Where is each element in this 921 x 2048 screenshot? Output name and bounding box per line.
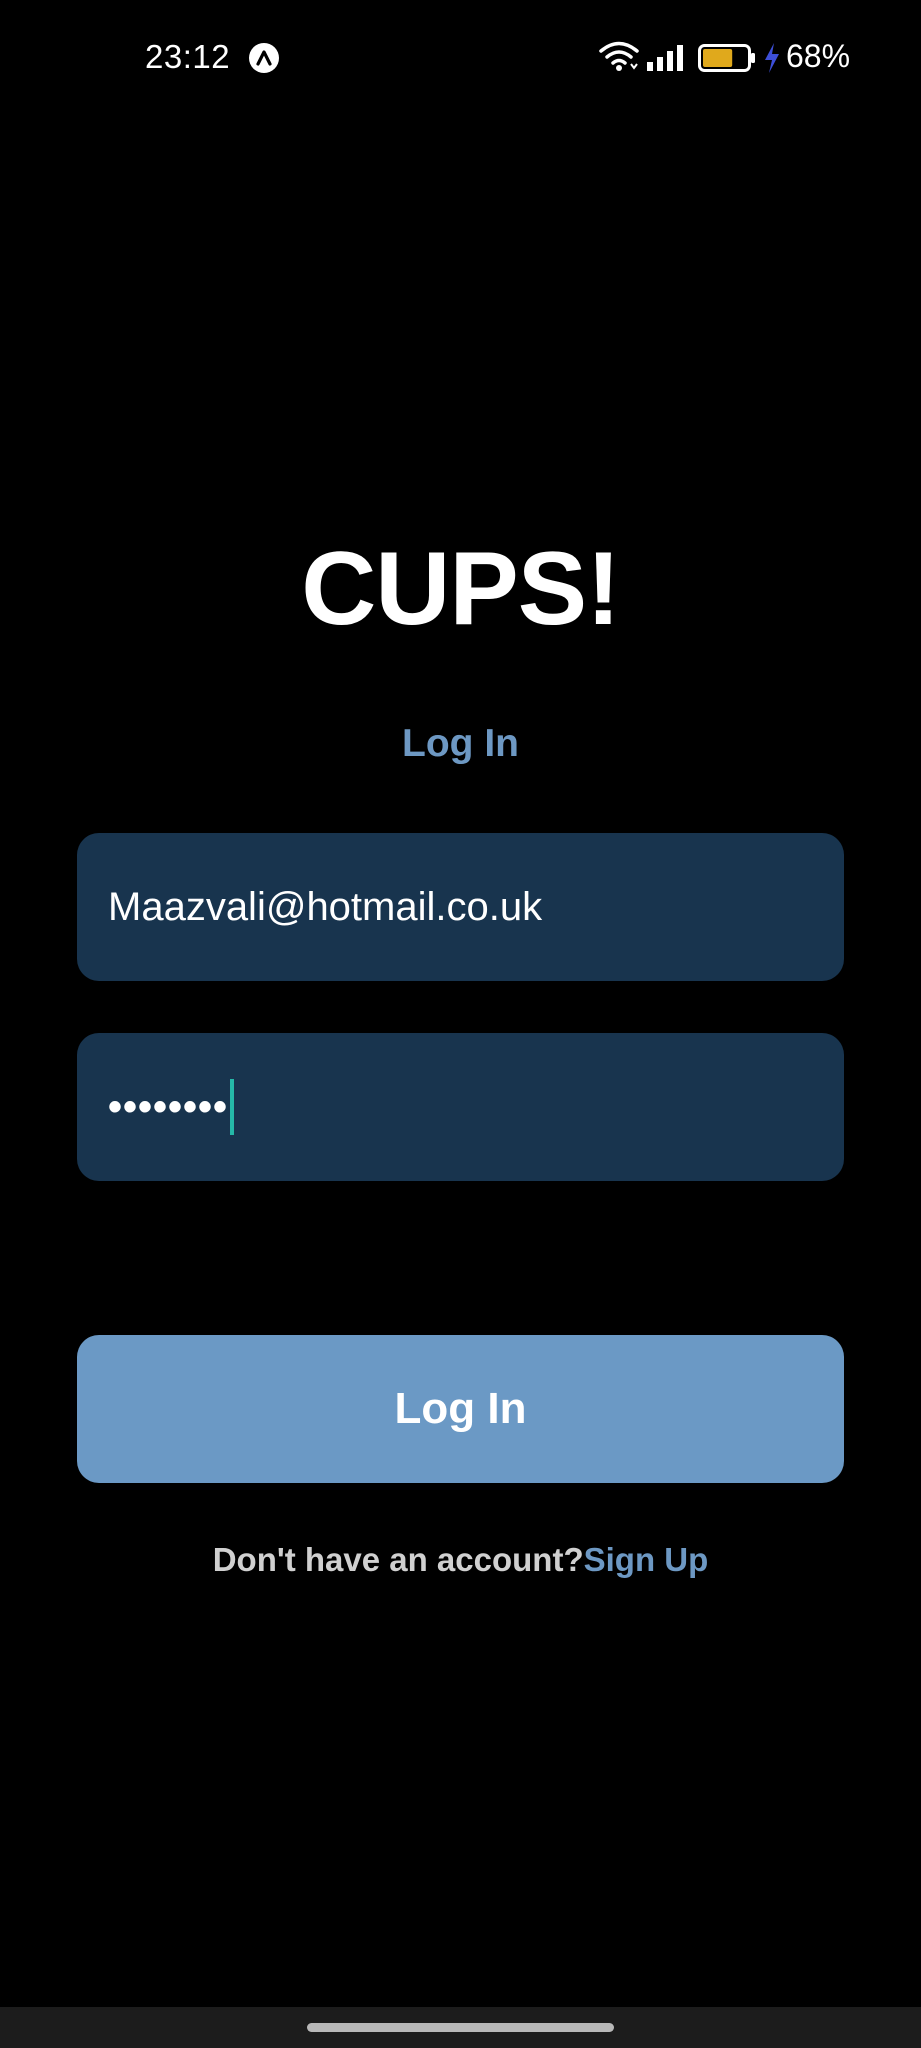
battery-icon (698, 44, 756, 77)
app-title: CUPS! (301, 531, 621, 647)
email-field-value: Maazvali@hotmail.co.uk (108, 884, 543, 929)
charging-bolt-icon (762, 42, 782, 79)
password-field[interactable]: •••••••• (77, 1033, 844, 1181)
status-time: 23:12 (145, 38, 231, 75)
status-icons: 68% (598, 38, 898, 78)
battery-percent: 68% (786, 38, 851, 74)
signup-row: Don't have an account?Sign Up (0, 1541, 921, 1579)
status-bar: 23:12 68% (0, 0, 921, 120)
page-subtitle: Log In (402, 722, 519, 765)
wifi-icon (598, 40, 640, 79)
home-indicator[interactable] (307, 2023, 614, 2032)
navigation-bar (0, 2007, 921, 2048)
signup-prompt: Don't have an account? (212, 1541, 584, 1578)
notification-a-icon (249, 43, 279, 73)
email-field[interactable]: Maazvali@hotmail.co.uk (77, 833, 844, 981)
signup-link[interactable]: Sign Up (584, 1541, 709, 1578)
password-field-value: •••••••• (108, 1084, 229, 1129)
text-caret (230, 1079, 235, 1135)
login-button[interactable]: Log In (77, 1335, 844, 1483)
signal-icon (646, 44, 686, 77)
